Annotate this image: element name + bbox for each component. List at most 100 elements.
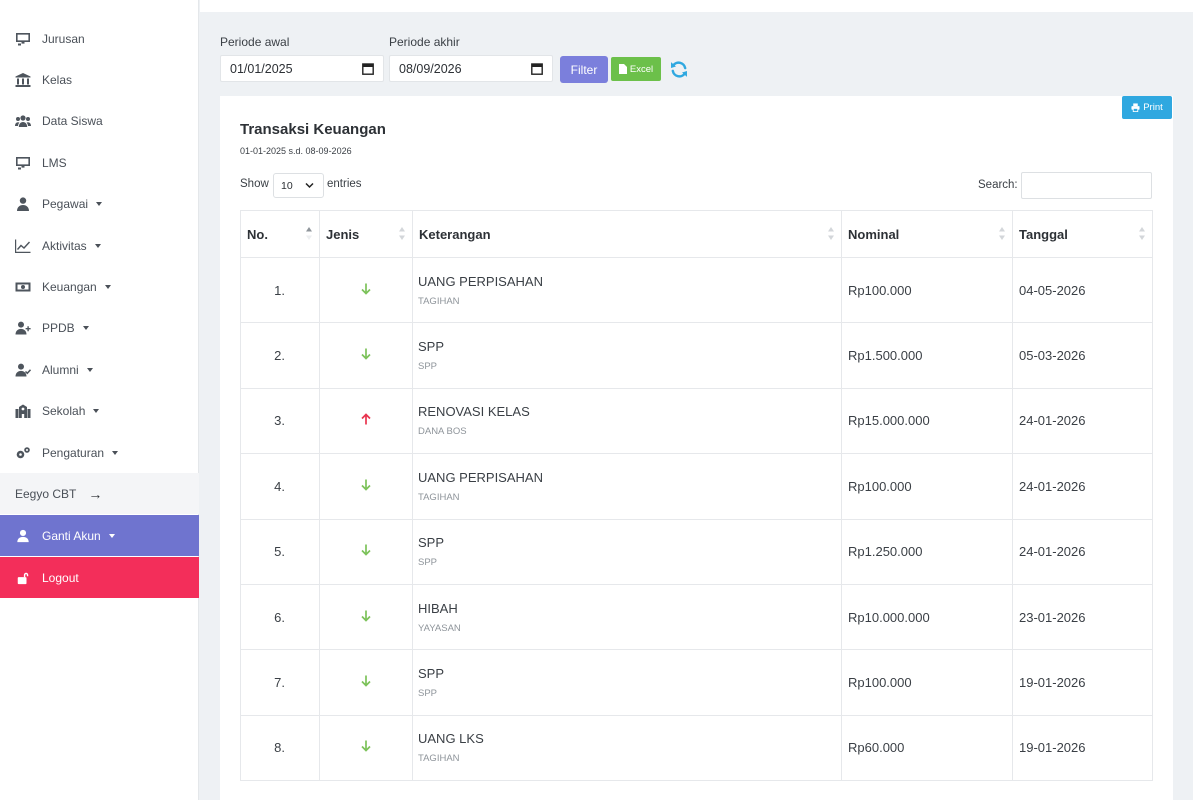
sidebar-item-label: PPDB — [42, 321, 75, 336]
sidebar-item-alumni[interactable]: Alumni — [0, 349, 199, 390]
column-header-keterangan[interactable]: Keterangan — [412, 210, 842, 258]
column-header-no[interactable]: No. — [240, 210, 320, 258]
column-header-label: Nominal — [848, 226, 900, 242]
column-header-label: Jenis — [326, 226, 360, 242]
row-title: SPP — [418, 339, 445, 355]
sidebar-item-lms[interactable]: LMS — [0, 142, 199, 183]
row-category: SPP — [418, 361, 438, 373]
row-title: UANG PERPISAHAN — [418, 273, 543, 289]
start-date-input[interactable]: 01/01/2025 — [220, 55, 384, 82]
chevron-down-icon — [94, 243, 101, 248]
row-date: 19-01-2026 — [1012, 714, 1153, 782]
chalkboard-icon — [14, 32, 32, 46]
row-type — [319, 649, 413, 716]
row-date: 24-01-2026 — [1012, 387, 1153, 455]
start-period-label: Periode awal — [220, 35, 290, 49]
sidebar-item-pegawai[interactable]: Pegawai — [0, 184, 199, 225]
top-strip — [200, 0, 1193, 12]
sidebar-item-kelas[interactable]: Kelas — [0, 59, 199, 100]
row-number: 8. — [240, 714, 320, 782]
sidebar-item-label: Kelas — [42, 72, 73, 87]
row-description: UANG LKS TAGIHAN — [412, 714, 842, 782]
entries-select[interactable]: 10 — [273, 173, 324, 198]
sidebar-item-label: Keuangan — [42, 279, 97, 294]
column-header-nominal[interactable]: Nominal — [841, 210, 1013, 258]
sidebar-item-label: Alumni — [42, 362, 79, 377]
sidebar-item-sekolah[interactable]: Sekolah — [0, 391, 199, 432]
sidebar-item-label: Eegyo CBT — [15, 486, 77, 501]
table-row: 3. RENOVASI KELAS DANA BOS Rp15.000.000 24-0… — [240, 387, 1153, 455]
row-date: 05-03-2026 — [1012, 322, 1153, 389]
sidebar-item-label: Logout — [42, 570, 79, 585]
sidebar-item-ganti-akun[interactable]: Ganti Akun — [0, 515, 199, 556]
sidebar-item-keuangan[interactable]: Keuangan — [0, 266, 199, 307]
refresh-icon[interactable] — [669, 60, 689, 79]
row-date: 04-05-2026 — [1012, 256, 1153, 324]
sort-icon — [828, 227, 834, 240]
chevron-down-icon — [93, 409, 100, 414]
row-nominal: Rp100.000 — [841, 256, 1013, 324]
row-type — [319, 714, 413, 782]
print-button[interactable]: Print — [1122, 96, 1172, 119]
row-category: SPP — [418, 688, 438, 700]
search-label: Search: — [978, 179, 1018, 191]
row-type — [319, 518, 413, 585]
row-number: 6. — [240, 583, 320, 651]
sidebar-item-cbt[interactable]: Eegyo CBT → — [0, 473, 199, 514]
users-icon — [14, 114, 32, 128]
sidebar-item-label: Data Siswa — [42, 114, 103, 129]
user-check-icon — [14, 363, 32, 377]
file-excel-icon — [618, 64, 627, 74]
search-input[interactable] — [1021, 172, 1152, 199]
row-description: SPP SPP — [412, 518, 842, 585]
arrow-down-icon — [361, 479, 371, 491]
user-icon — [14, 529, 32, 543]
sidebar-item-logout[interactable]: Logout — [0, 557, 199, 598]
calendar-icon[interactable] — [531, 62, 543, 75]
chart-line-icon — [14, 239, 32, 253]
chevron-down-icon — [108, 533, 115, 538]
excel-button[interactable]: Excel — [611, 57, 661, 81]
show-label: Show — [240, 178, 269, 190]
column-header-jenis[interactable]: Jenis — [319, 210, 413, 258]
row-title: UANG LKS — [418, 731, 484, 747]
user-plus-icon — [14, 321, 32, 335]
sidebar-item-label: LMS — [42, 155, 67, 170]
building-columns-icon — [14, 72, 32, 87]
sidebar-item-pengaturan[interactable]: Pengaturan — [0, 432, 199, 473]
print-button-label: Print — [1143, 102, 1163, 113]
row-description: UANG PERPISAHAN TAGIHAN — [412, 256, 842, 324]
sidebar-item-label: Sekolah — [42, 404, 86, 419]
row-description: HIBAH YAYASAN — [412, 583, 842, 651]
table-row: 2. SPP SPP Rp1.500.000 05-03-2026 — [240, 322, 1153, 389]
cogs-icon — [14, 446, 32, 460]
row-nominal: Rp10.000.000 — [841, 583, 1013, 651]
row-title: SPP — [418, 535, 445, 551]
chevron-down-icon — [112, 450, 119, 455]
sidebar-item-data-siswa[interactable]: Data Siswa — [0, 101, 199, 142]
arrow-down-icon — [361, 283, 371, 295]
row-category: DANA BOS — [418, 426, 467, 438]
arrow-down-icon — [361, 740, 371, 753]
arrow-right-icon: → — [88, 485, 103, 502]
column-header-label: No. — [247, 226, 268, 242]
column-header-tanggal[interactable]: Tanggal — [1012, 210, 1153, 258]
row-date: 23-01-2026 — [1012, 583, 1153, 651]
end-date-input[interactable]: 08/09/2026 — [389, 55, 553, 82]
sidebar-item-label: Jurusan — [42, 31, 85, 46]
calendar-icon[interactable] — [362, 62, 374, 75]
row-title: HIBAH — [418, 600, 458, 616]
page-title: Transaksi Keuangan — [240, 121, 386, 138]
row-title: UANG PERPISAHAN — [418, 469, 543, 485]
filter-button[interactable]: Filter — [560, 56, 608, 83]
transactions-table: No. Jenis Keterangan Nominal Tanggal 1. UANG … — [240, 210, 1153, 782]
row-category: YAYASAN — [418, 622, 461, 634]
sidebar-item-aktivitas[interactable]: Aktivitas — [0, 225, 199, 266]
sidebar-item-label: Pegawai — [42, 197, 89, 212]
row-description: RENOVASI KELAS DANA BOS — [412, 387, 842, 455]
sidebar-item-ppdb[interactable]: PPDB — [0, 308, 199, 349]
row-description: SPP SPP — [412, 649, 842, 716]
table-row: 8. UANG LKS TAGIHAN Rp60.000 19-01-2026 — [240, 714, 1153, 782]
sidebar-item-jurusan[interactable]: Jurusan — [0, 18, 199, 59]
row-category: TAGIHAN — [418, 753, 460, 765]
